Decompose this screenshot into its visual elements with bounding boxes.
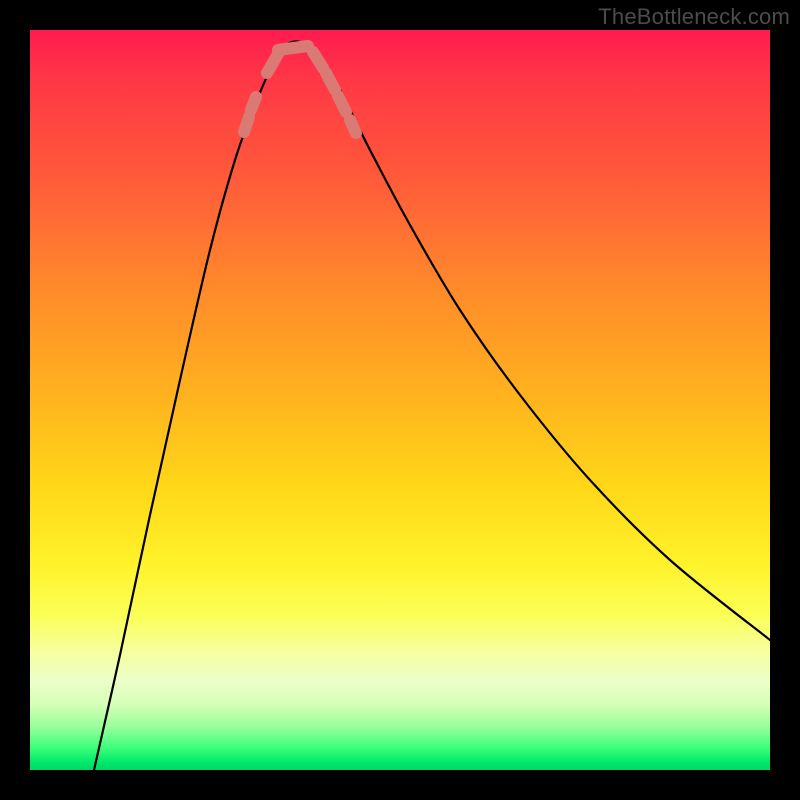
marker-segment bbox=[313, 52, 323, 68]
marker-segment bbox=[267, 54, 278, 73]
chart-frame: TheBottleneck.com bbox=[0, 0, 800, 800]
marker-segment bbox=[244, 117, 249, 132]
marker-segment bbox=[350, 120, 356, 133]
bottleneck-curve bbox=[94, 41, 770, 770]
plot-area bbox=[30, 30, 770, 770]
marker-segment bbox=[338, 96, 346, 112]
watermark-label: TheBottleneck.com bbox=[598, 4, 790, 30]
chart-svg bbox=[30, 30, 770, 770]
marker-segment bbox=[251, 97, 256, 110]
marker-segment bbox=[326, 73, 335, 90]
marker-segment bbox=[278, 46, 308, 50]
